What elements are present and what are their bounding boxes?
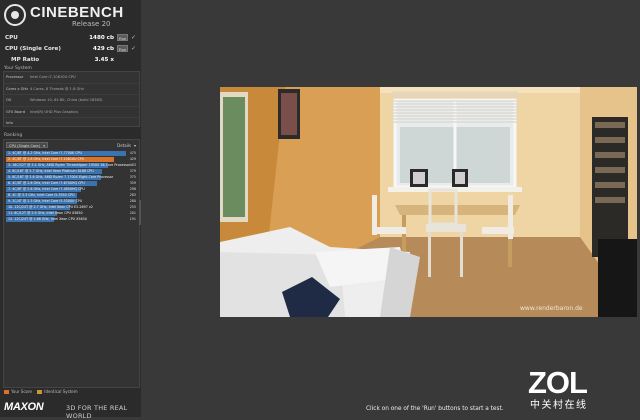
ranking-row: 1. 4C/8T @ 4.2 GHz, Intel Core i7-7700K … — [6, 151, 136, 157]
ranking-row: 4. 8C/16T @ 3.7 GHz, Intel Xeon Platinum… — [6, 168, 136, 175]
system-row: GFX Board Intel(R) UHD Plus Graphics — [4, 107, 139, 118]
chevron-down-icon: ▾ — [43, 144, 45, 148]
ranking-panel-title: Ranking — [4, 133, 23, 138]
render-watermark: www.renderbaron.de — [520, 305, 583, 312]
single-core-label: CPU (Single Core) — [5, 46, 61, 52]
maxon-logo: MAXON — [4, 401, 44, 413]
single-core-score: 429 cb — [93, 46, 114, 52]
ranking-row: 12. 12C/24T @ 2.66 GHz, Intel Xeon CPU X… — [6, 216, 136, 223]
ranking-mode-select[interactable]: CPU (Single Core) ▾ — [6, 142, 48, 148]
system-key: OS — [6, 98, 12, 102]
ranking-label: 1. 4C/8T @ 4.2 GHz, Intel Core i7-7700K … — [8, 151, 82, 155]
identical-swatch — [37, 390, 43, 394]
check-icon: ✓ — [130, 45, 136, 52]
ranking-score: 283 — [129, 192, 136, 197]
ranking-row: 7. 4C/8T @ 2.8 GHz, Intel Core i7-4850HQ… — [6, 186, 136, 193]
ranking-score: 429 — [129, 156, 136, 161]
ranking-label: 9. 2C/4T @ 2.3 GHz, Intel Core i5-5300U … — [8, 198, 83, 203]
single-core-run-button[interactable]: Run — [117, 45, 128, 52]
ranking-label: 2. 4C/8T @ 1.8 GHz, Intel Core i7-10610U… — [8, 156, 85, 161]
system-row: Processor Intel Core i7-10610U CPU — [4, 72, 139, 84]
ranking-label: 6. 4C/8T @ 2.6 GHz, Intel Core i7-6700HQ… — [8, 180, 85, 185]
system-value: Intel Core i7-10610U CPU — [30, 75, 76, 79]
status-message: Click on one of the 'Run' buttons to sta… — [366, 406, 504, 412]
ranking-label: 8. 4C @ 3.3 GHz, Intel Core i5-3550 CPU — [8, 192, 75, 197]
system-key: Info — [6, 121, 13, 125]
ranking-label: 3. 16C/32T @ 3.4 GHz, AMD Ryzen Threadri… — [8, 162, 131, 167]
render-scene: www.renderbaron.de — [220, 87, 637, 317]
app-release: Release 20 — [72, 20, 111, 28]
ranking-row: 10. 12C/24T @ 2.7 GHz, Intel Xeon CPU E5… — [6, 204, 136, 211]
system-panel: Processor Intel Core i7-10610U CPU Cores… — [3, 71, 140, 127]
ranking-row: 9. 2C/4T @ 2.3 GHz, Intel Core i5-5300U … — [6, 198, 136, 205]
cinebench-logo-icon — [4, 4, 26, 26]
legend-your-score: Your Score — [11, 389, 33, 394]
ranking-label: 7. 4C/8T @ 2.8 GHz, Intel Core i7-4850HQ… — [8, 186, 85, 191]
cpu-score: 1480 cb — [89, 35, 114, 41]
chevron-down-icon: ▾ — [133, 143, 136, 148]
mp-ratio-label: MP Ratio — [11, 57, 40, 63]
mp-ratio-value: 3.45 x — [94, 57, 114, 63]
ranking-label: 12. 12C/24T @ 2.66 GHz, Intel Xeon CPU X… — [8, 216, 87, 221]
system-key: Processor — [6, 75, 24, 79]
ranking-score: 379 — [129, 168, 136, 173]
cinebench-logo: CINEBENCH Release 20 — [4, 3, 138, 30]
ranking-label: 4. 8C/16T @ 3.7 GHz, Intel Xeon Platinum… — [8, 168, 94, 173]
cpu-run-button[interactable]: Run — [117, 34, 128, 41]
system-value: Windows 10, 64 Bit, China (build 18363) — [30, 98, 103, 102]
render-viewport: www.renderbaron.de — [220, 87, 637, 317]
mp-ratio-row: MP Ratio 3.45 x — [3, 55, 138, 65]
system-value: 4 Cores, 8 Threads @ 1.8 GHz — [30, 86, 84, 91]
system-key: GFX Board — [6, 109, 26, 114]
ranking-score: 280 — [129, 198, 136, 203]
system-value: Intel(R) UHD Plus Graphics — [30, 109, 78, 114]
zol-watermark-sub: 中关村在线 — [530, 400, 588, 411]
ranking-header: CPU (Single Core) ▾ Details ▾ — [6, 142, 137, 149]
cpu-score-row: CPU 1480 cb Run ✓ — [3, 33, 138, 43]
system-row: Info — [4, 118, 139, 129]
your-score-swatch — [4, 390, 9, 394]
system-key: Cores x GHz — [6, 86, 28, 91]
single-core-score-row: CPU (Single Core) 429 cb Run ✓ — [3, 44, 138, 54]
ranking-row: 3. 16C/32T @ 3.4 GHz, AMD Ryzen Threadri… — [6, 162, 136, 169]
ranking-list: 1. 4C/8T @ 4.2 GHz, Intel Core i7-7700K … — [6, 151, 136, 223]
sidebar: CINEBENCH Release 20 CPU 1480 cb Run ✓ C… — [0, 0, 141, 420]
ranking-row: 2. 4C/8T @ 1.8 GHz, Intel Core i7-10610U… — [6, 156, 136, 163]
ranking-mode-value: CPU (Single Core) — [9, 144, 40, 148]
system-row: OS Windows 10, 64 Bit, China (build 1836… — [4, 95, 139, 107]
ranking-row: 11. 6C/12T @ 2.9 GHz, Intel Xeon CPU X56… — [6, 210, 136, 217]
ranking-row: 8. 4C @ 3.3 GHz, Intel Core i5-3550 CPU 2… — [6, 192, 136, 199]
ranking-score: 191 — [129, 216, 136, 221]
cpu-label: CPU — [5, 35, 18, 41]
ranking-score: 375 — [129, 174, 136, 179]
ranking-row: 5. 8C/16T @ 3.6 GHz, AMD Ryzen 7 1700X E… — [6, 174, 136, 181]
ranking-score: 201 — [129, 210, 136, 215]
ranking-score: 298 — [129, 186, 136, 191]
ranking-legend: Your Score Identical System — [4, 389, 78, 394]
ranking-score: 403 — [129, 162, 136, 167]
sidebar-resize-handle[interactable] — [139, 200, 141, 225]
details-button[interactable]: Details — [117, 142, 131, 149]
ranking-row: 6. 4C/8T @ 2.6 GHz, Intel Core i7-6700HQ… — [6, 180, 136, 187]
app-title: CINEBENCH — [30, 4, 124, 21]
ranking-score: 359 — [129, 180, 136, 185]
ranking-score: 475 — [129, 151, 136, 155]
ranking-label: 11. 6C/12T @ 2.9 GHz, Intel Xeon CPU X56… — [8, 210, 83, 215]
score-panel: CPU 1480 cb Run ✓ CPU (Single Core) 429 … — [3, 33, 138, 66]
ranking-label: 10. 12C/24T @ 2.7 GHz, Intel Xeon CPU E5… — [8, 204, 93, 209]
ranking-score: 255 — [129, 204, 136, 209]
maxon-tagline: 3D FOR THE REAL WORLD — [66, 404, 128, 420]
system-row: Cores x GHz 4 Cores, 8 Threads @ 1.8 GHz — [4, 84, 139, 95]
ranking-label: 5. 8C/16T @ 3.6 GHz, AMD Ryzen 7 1700X E… — [8, 174, 114, 179]
legend-identical: Identical System — [44, 389, 78, 394]
ranking-panel: CPU (Single Core) ▾ Details ▾ 1. 4C/8T @… — [3, 139, 140, 388]
check-icon: ✓ — [130, 34, 136, 41]
